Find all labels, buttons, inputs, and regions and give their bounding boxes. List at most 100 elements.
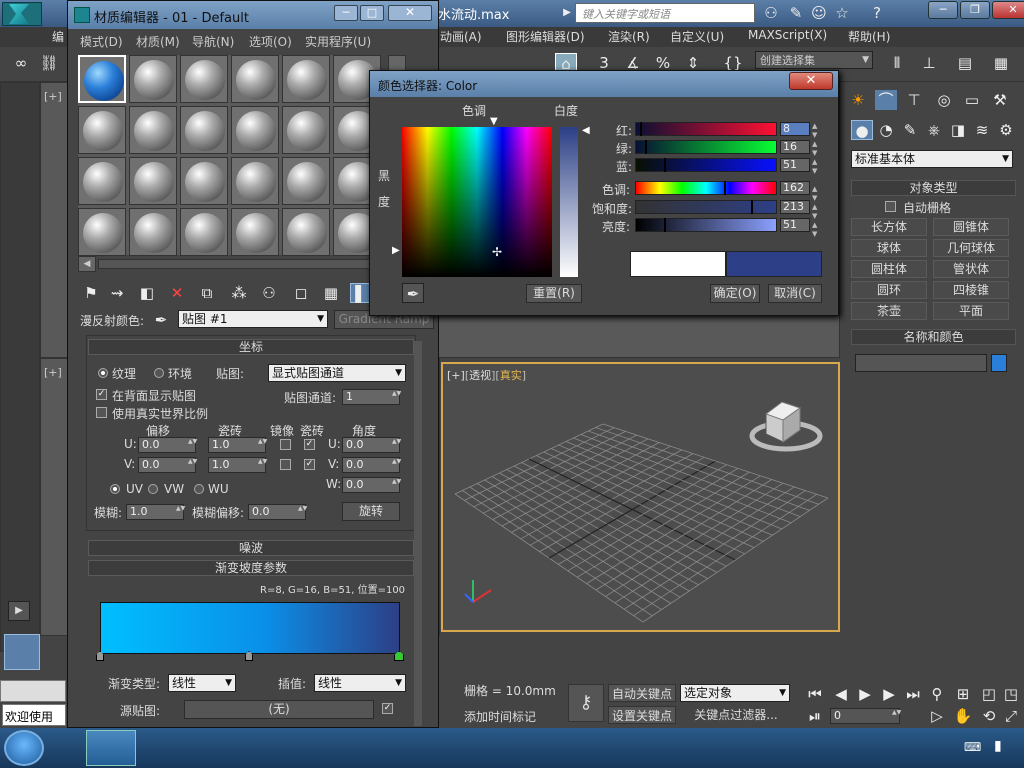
minimize-button[interactable]: ─ bbox=[928, 1, 958, 19]
rotate-button[interactable]: 旋转 bbox=[342, 502, 400, 521]
mat-minimize-button[interactable]: ─ bbox=[334, 5, 358, 21]
sample-slot[interactable] bbox=[282, 106, 330, 154]
selection-set-dropdown[interactable]: 创建选择集 bbox=[755, 51, 873, 69]
key-mode-icon[interactable]: ⏯ bbox=[804, 706, 826, 726]
taskbar-3dsmax-icon[interactable] bbox=[86, 730, 136, 766]
sample-slot[interactable] bbox=[78, 157, 126, 205]
key-filters-button[interactable]: 关键点过滤器... bbox=[680, 706, 792, 724]
mat-menu-utilities[interactable]: 实用程序(U) bbox=[305, 33, 371, 50]
mat-menu-material[interactable]: 材质(M) bbox=[136, 33, 180, 50]
source-map-checkbox[interactable]: ✓ bbox=[382, 703, 393, 714]
close-button[interactable]: ✕ bbox=[992, 1, 1024, 19]
viewport-perspective[interactable]: [+][透视][真实] bbox=[441, 362, 840, 632]
viewport-left-label[interactable]: [+] bbox=[44, 366, 62, 379]
blue-slider[interactable] bbox=[635, 158, 777, 172]
ramp-type-dropdown[interactable]: 线性 bbox=[168, 674, 236, 692]
sample-slot[interactable] bbox=[129, 157, 177, 205]
show-back-checkbox[interactable]: ✓ bbox=[96, 389, 107, 400]
coordinates-title[interactable]: 坐标 bbox=[88, 339, 414, 355]
blur-offset-input[interactable]: 0.0 bbox=[248, 504, 306, 520]
value-slider-tick[interactable] bbox=[664, 218, 666, 232]
color-picker-titlebar[interactable]: 颜色选择器: Color ✕ bbox=[370, 71, 838, 97]
eyedropper-icon[interactable]: ✒ bbox=[150, 310, 172, 330]
material-editor-titlebar[interactable]: 材质编辑器 - 01 - Default ─ □ ✕ bbox=[68, 1, 438, 29]
zoom-extents-all-icon[interactable]: ◳ bbox=[1000, 684, 1022, 704]
sample-slot[interactable] bbox=[282, 157, 330, 205]
add-time-tag[interactable]: 添加时间标记 bbox=[464, 708, 564, 726]
tube-button[interactable]: 管状体 bbox=[933, 260, 1009, 278]
sample-slot[interactable] bbox=[282, 55, 330, 103]
put-to-scene-icon[interactable]: ⇝ bbox=[106, 283, 128, 303]
auto-grid-checkbox[interactable] bbox=[885, 201, 896, 212]
hue-pointer-icon[interactable]: ▼ bbox=[490, 116, 498, 127]
sphere-button[interactable]: 球体 bbox=[851, 239, 927, 257]
help-icon[interactable]: ? bbox=[866, 3, 888, 23]
play-icon[interactable]: ▶ bbox=[854, 684, 876, 704]
v-angle-input[interactable]: 0.0 bbox=[342, 457, 400, 473]
network-icon[interactable]: ▮ bbox=[994, 738, 1002, 754]
motion-tab-icon[interactable]: ◎ bbox=[933, 90, 955, 110]
viewport-layout-icon[interactable] bbox=[4, 634, 40, 670]
menu-graph-editors[interactable]: 图形编辑器(D) bbox=[506, 28, 585, 45]
red-slider[interactable] bbox=[635, 122, 777, 136]
value-slider[interactable] bbox=[635, 218, 777, 232]
menu-help[interactable]: 帮助(H) bbox=[848, 28, 890, 45]
pan-icon[interactable]: ✋ bbox=[952, 706, 974, 726]
maxscript-mini-listener[interactable] bbox=[0, 680, 66, 702]
star-icon[interactable]: ☆ bbox=[831, 3, 853, 23]
sample-type-icon[interactable] bbox=[388, 55, 406, 71]
zoom-all-icon[interactable]: ⊞ bbox=[952, 684, 974, 704]
restore-button[interactable]: ❐ bbox=[960, 1, 990, 19]
picker-eyedropper-icon[interactable]: ✒ bbox=[402, 283, 424, 303]
blue-input[interactable]: 51 bbox=[780, 158, 810, 172]
scroll-left-icon[interactable]: ◀ bbox=[78, 256, 96, 272]
orbit-icon[interactable]: ⟲ bbox=[978, 706, 1000, 726]
saturation-slider-tick[interactable] bbox=[751, 200, 753, 214]
go-to-end-icon[interactable]: ⏭ bbox=[902, 684, 924, 704]
make-unique-icon[interactable]: ⁂ bbox=[228, 283, 250, 303]
next-frame-icon[interactable]: ▶ bbox=[878, 684, 900, 704]
sample-slot[interactable] bbox=[282, 208, 330, 256]
maximize-viewport-icon[interactable]: ⤢ bbox=[1000, 706, 1022, 726]
mat-close-button[interactable]: ✕ bbox=[388, 5, 432, 21]
auto-key-button[interactable]: 自动关键点 bbox=[608, 684, 676, 702]
hue-slider[interactable] bbox=[635, 181, 777, 195]
tools-icon[interactable]: ✎ bbox=[785, 3, 807, 23]
sample-slot[interactable] bbox=[78, 55, 126, 103]
map-channel-input[interactable]: 1 bbox=[342, 389, 400, 405]
sample-slot[interactable] bbox=[129, 106, 177, 154]
start-button[interactable] bbox=[4, 730, 44, 766]
whiteness-slider[interactable] bbox=[560, 127, 578, 277]
mapping-dropdown[interactable]: 显式贴图通道 bbox=[268, 364, 406, 382]
mat-menu-options[interactable]: 选项(O) bbox=[249, 33, 292, 50]
v-offset-input[interactable]: 0.0 bbox=[138, 457, 196, 473]
cameras-icon[interactable]: ⎈ bbox=[923, 120, 945, 140]
put-to-library-icon[interactable]: ⚇ bbox=[258, 283, 280, 303]
u-mirror-checkbox[interactable] bbox=[280, 439, 291, 450]
graphite-icon[interactable]: ▦ bbox=[990, 53, 1012, 73]
slots-scrollbar[interactable] bbox=[98, 259, 380, 269]
get-material-icon[interactable]: ⚑ bbox=[80, 283, 102, 303]
u-offset-input[interactable]: 0.0 bbox=[138, 437, 196, 453]
systems-icon[interactable]: ⚙ bbox=[995, 120, 1017, 140]
teapot-button[interactable]: 茶壶 bbox=[851, 302, 927, 320]
key-mode-dropdown[interactable]: 选定对象 bbox=[680, 684, 790, 702]
sample-slot[interactable] bbox=[129, 55, 177, 103]
green-slider[interactable] bbox=[635, 140, 777, 154]
saturation-input[interactable]: 213 bbox=[780, 200, 810, 214]
blur-input[interactable]: 1.0 bbox=[126, 504, 184, 520]
sample-slot[interactable] bbox=[231, 157, 279, 205]
zoom-extents-icon[interactable]: ◰ bbox=[978, 684, 1000, 704]
color-picker-close-button[interactable]: ✕ bbox=[789, 72, 833, 90]
utilities-tab-icon[interactable]: ⚒ bbox=[989, 90, 1011, 110]
make-copy-icon[interactable]: ⧉ bbox=[196, 283, 218, 303]
hue-input[interactable]: 162 bbox=[780, 181, 810, 195]
cylinder-button[interactable]: 圆柱体 bbox=[851, 260, 927, 278]
value-input[interactable]: 51 bbox=[780, 218, 810, 232]
lights-icon[interactable]: ✎ bbox=[899, 120, 921, 140]
sample-slot[interactable] bbox=[180, 106, 228, 154]
vw-radio[interactable] bbox=[148, 484, 158, 494]
green-slider-tick[interactable] bbox=[645, 140, 647, 154]
reset-button[interactable]: 重置(R) bbox=[526, 284, 582, 303]
map-name-dropdown[interactable]: 贴图 #1 bbox=[178, 310, 328, 328]
